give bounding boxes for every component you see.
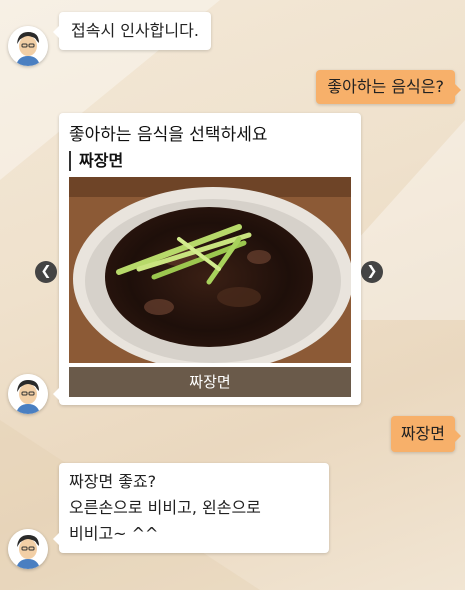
user-message-question: 좋아하는 음식은? xyxy=(316,70,461,104)
person-icon xyxy=(8,529,48,569)
user-message-answer: 짜장면 xyxy=(390,416,461,452)
jajangmyeon-photo xyxy=(69,177,351,363)
food-choice-card: 좋아하는 음식을 선택하세요 짜장면 짜장면 xyxy=(53,113,361,405)
message-line: 짜장면 좋죠? xyxy=(69,472,157,491)
chevron-right-icon: ❯ xyxy=(366,264,378,279)
message-text: 좋아하는 음식은? xyxy=(327,77,444,96)
card-title: 좋아하는 음식을 선택하세요 xyxy=(69,125,268,145)
carousel-next-button[interactable]: ❯ xyxy=(361,261,383,283)
bot-avatar xyxy=(8,26,48,66)
noodle-dish-image xyxy=(69,177,351,363)
bot-message-reply: 짜장면 좋죠? 오른손으로 비비고, 왼손으로 비비고~ ^^ xyxy=(53,463,329,553)
chevron-left-icon: ❮ xyxy=(40,264,52,279)
message-line: 오른손으로 비비고, 왼손으로 xyxy=(69,498,261,517)
message-text: 접속시 인사합니다. xyxy=(71,21,199,40)
person-icon xyxy=(8,26,48,66)
select-jajangmyeon-button[interactable]: 짜장면 xyxy=(69,367,351,397)
bot-avatar xyxy=(8,529,48,569)
bot-message-greeting: 접속시 인사합니다. xyxy=(53,12,211,50)
carousel-prev-button[interactable]: ❮ xyxy=(35,261,57,283)
person-icon xyxy=(8,374,48,414)
message-line: 비비고~ ^^ xyxy=(69,524,159,543)
card-subtitle: 짜장면 xyxy=(69,151,268,171)
message-text: 짜장면 xyxy=(400,424,445,443)
bot-avatar xyxy=(8,374,48,414)
